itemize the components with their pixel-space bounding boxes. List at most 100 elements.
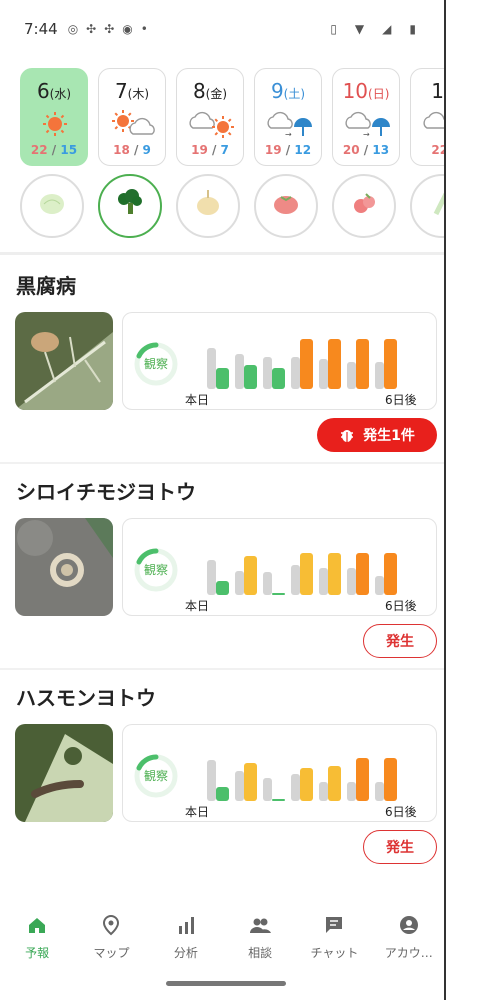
cloud-rain-icon: → [333,107,399,141]
bar-previous [375,782,384,801]
temperature: 20 / 13 [333,143,399,157]
temperature: 22 / 15 [21,143,87,157]
day-num: 8 [192,79,206,103]
forecast-day-8[interactable]: 8(金) 19 / 7 [176,68,244,166]
bug-icon [339,427,363,443]
day-number: 11 [411,79,444,103]
bar-previous [347,362,356,389]
status-time: 7:44 [24,20,58,38]
crop-tomato[interactable] [254,174,318,238]
cloud-rain-icon: → [255,107,321,141]
bar-forecast [384,553,397,595]
pest-photo[interactable] [15,724,113,822]
pest-photo[interactable] [15,518,113,616]
bar-forecast [272,593,285,595]
bar-forecast [244,763,257,801]
nav-item-map-pin[interactable]: マップ [74,912,148,972]
forecast-day-7[interactable]: 7(木) 18 / 9 [98,68,166,166]
tomato-icon [266,184,306,228]
nav-item-chat[interactable]: チャット [297,912,371,972]
temp-high: 18 [113,143,130,157]
day-num: 11 [431,79,444,103]
report-occurrence-button[interactable]: 発生 [363,830,437,864]
bar-previous [319,568,328,595]
day-number: 9(土) [255,79,321,103]
nav-item-bar-chart[interactable]: 分析 [149,912,223,972]
temp-separator: / [129,143,143,157]
crop-broccoli[interactable] [98,174,162,238]
bar-forecast [384,339,397,389]
map-pin-icon [74,912,148,938]
forecast-card[interactable]: 観察 本日 6日後 [122,312,437,410]
nav-item-home[interactable]: 予報 [0,912,74,972]
bar-previous [207,760,216,801]
bar-previous [347,568,356,595]
signal-icon: ◢ [382,22,392,36]
slack-icon: ✣ [104,22,115,36]
bar-previous [235,354,244,389]
strawberry-icon [344,184,384,228]
section-divider [0,668,444,670]
home-icon [0,912,74,938]
pest-photo[interactable] [15,312,113,410]
bar-forecast [384,758,397,801]
bottom-nav: 予報 マップ 分析 相談 チャット アカウ… [0,912,444,972]
temperature: 19 / 12 [255,143,321,157]
status-label: 観察 [143,357,168,371]
day-num: 10 [342,79,369,103]
pest-name: シロイチモジヨトウ [16,480,196,504]
crop-cabbage[interactable] [20,174,84,238]
day-num: 9 [270,79,284,103]
nav-item-account[interactable]: アカウ… [372,912,444,972]
nav-item-people[interactable]: 相談 [223,912,297,972]
axis-end-label: 6日後 [385,805,417,819]
home-indicator[interactable] [166,981,286,986]
occurrence-label: 発生1件 [363,428,415,444]
forecast-day-6[interactable]: 6(水) 22 / 15 [20,68,88,166]
pest-name: 黒腐病 [16,274,76,298]
temp-separator: / [281,143,295,157]
risk-bar-chart [207,747,407,801]
bar-previous [207,348,216,389]
bar-previous [263,357,272,389]
bar-forecast [356,339,369,389]
nav-label: 相談 [248,946,273,960]
report-occurrence-button[interactable]: 発生 [363,624,437,658]
bar-previous [319,359,328,389]
temp-separator: / [47,143,61,157]
bar-forecast [216,581,229,595]
day-number: 8(金) [177,79,243,103]
axis-end-label: 6日後 [385,393,417,407]
forecast-day-11[interactable]: 11 22 / [410,68,444,166]
crop-selector [20,174,444,238]
bar-forecast [244,365,257,389]
section-divider [0,462,444,464]
forecast-day-strip: 6(水) 22 / 15 7(木) 18 / 9 8(金) 19 / 7 9(土) → 19 /… [20,68,444,166]
account-icon [372,912,444,938]
bar-forecast [216,787,229,801]
forecast-day-10[interactable]: 10(日) → 20 / 13 [332,68,400,166]
risk-bar-chart [207,335,407,389]
crop-leek[interactable] [410,174,444,238]
crop-onion[interactable] [176,174,240,238]
bar-previous [263,572,272,595]
divider [0,252,444,255]
day-num: 6 [36,79,50,103]
crop-strawberry[interactable] [332,174,396,238]
forecast-day-9[interactable]: 9(土) → 19 / 12 [254,68,322,166]
occurrence-label: 発生 [386,634,414,650]
temp-low: 7 [220,143,229,157]
sunny-icon [21,107,87,141]
wifi-icon: ▼ [354,22,365,36]
axis-end-label: 6日後 [385,599,417,613]
temp-low: 9 [142,143,151,157]
day-of-week: (水) [49,87,72,101]
bar-forecast [272,368,285,389]
temp-low: 12 [294,143,312,157]
bar-forecast [244,556,257,595]
bar-forecast [328,766,341,801]
bar-chart-icon [149,912,223,938]
forecast-card[interactable]: 観察 本日 6日後 [122,518,437,616]
forecast-card[interactable]: 観察 本日 6日後 [122,724,437,822]
report-occurrence-button[interactable]: 発生1件 [317,418,437,452]
